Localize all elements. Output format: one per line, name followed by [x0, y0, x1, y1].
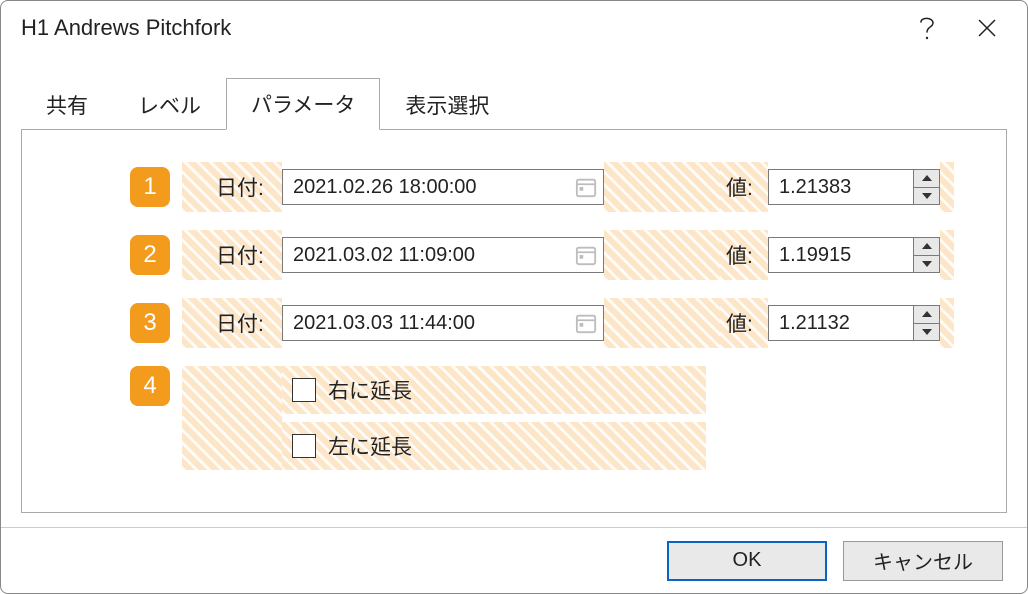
dialog-footer: OK キャンセル [1, 527, 1027, 593]
value-input-3[interactable]: 1.21132 [768, 305, 914, 341]
extend-right-checkbox[interactable] [292, 378, 316, 402]
spin-down-icon[interactable] [914, 187, 939, 205]
value-spinner-1 [914, 169, 940, 205]
cancel-button[interactable]: キャンセル [843, 541, 1003, 581]
value-input-1[interactable]: 1.21383 [768, 169, 914, 205]
badge-4: 4 [130, 366, 170, 406]
calendar-icon[interactable] [575, 176, 597, 198]
badge-3: 3 [130, 303, 170, 343]
spin-up-icon[interactable] [914, 238, 939, 255]
param-row-1: 1 日付: 2021.02.26 18:00:00 値: 1.21383 [130, 162, 978, 212]
tab-levels[interactable]: レベル [113, 79, 226, 130]
close-button[interactable] [957, 1, 1017, 55]
value-spinner-2 [914, 237, 940, 273]
spin-up-icon[interactable] [914, 170, 939, 187]
extend-left-row: 左に延長 [282, 422, 706, 470]
tab-panel: 1 日付: 2021.02.26 18:00:00 値: 1.21383 2 日… [21, 129, 1007, 513]
date-input-3[interactable]: 2021.03.03 11:44:00 [282, 305, 604, 341]
param-row-4: 4 右に延長 左に延長 [130, 366, 978, 470]
spin-down-icon[interactable] [914, 323, 939, 341]
tab-bar: 共有 レベル パラメータ 表示選択 [1, 55, 1027, 129]
value-label-2: 値: [726, 240, 768, 270]
date-input-1[interactable]: 2021.02.26 18:00:00 [282, 169, 604, 205]
extend-options: 右に延長 左に延長 [282, 366, 706, 470]
date-label-3: 日付: [182, 298, 282, 348]
extend-left-label: 左に延長 [328, 431, 412, 461]
title-bar: H1 Andrews Pitchfork [1, 1, 1027, 55]
calendar-icon[interactable] [575, 312, 597, 334]
calendar-icon[interactable] [575, 244, 597, 266]
help-button[interactable] [897, 1, 957, 55]
value-label-3: 値: [726, 308, 768, 338]
date-input-2[interactable]: 2021.03.02 11:09:00 [282, 237, 604, 273]
date-label-1: 日付: [182, 162, 282, 212]
tab-display[interactable]: 表示選択 [380, 79, 514, 130]
badge-1: 1 [130, 167, 170, 207]
value-input-2[interactable]: 1.19915 [768, 237, 914, 273]
extend-right-label: 右に延長 [328, 375, 412, 405]
badge-2: 2 [130, 235, 170, 275]
param-row-2: 2 日付: 2021.03.02 11:09:00 値: 1.19915 [130, 230, 978, 280]
tab-share[interactable]: 共有 [21, 79, 113, 130]
value-spinner-3 [914, 305, 940, 341]
spin-up-icon[interactable] [914, 306, 939, 323]
extend-right-row: 右に延長 [282, 366, 706, 414]
dialog-window: H1 Andrews Pitchfork 共有 レベル パラメータ 表示選択 1… [0, 0, 1028, 594]
param-row-3: 3 日付: 2021.03.03 11:44:00 値: 1.21132 [130, 298, 978, 348]
tab-parameters[interactable]: パラメータ [226, 78, 380, 130]
extend-left-checkbox[interactable] [292, 434, 316, 458]
value-label-1: 値: [726, 172, 768, 202]
window-title: H1 Andrews Pitchfork [21, 15, 897, 41]
spin-down-icon[interactable] [914, 255, 939, 273]
date-label-2: 日付: [182, 230, 282, 280]
ok-button[interactable]: OK [667, 541, 827, 581]
